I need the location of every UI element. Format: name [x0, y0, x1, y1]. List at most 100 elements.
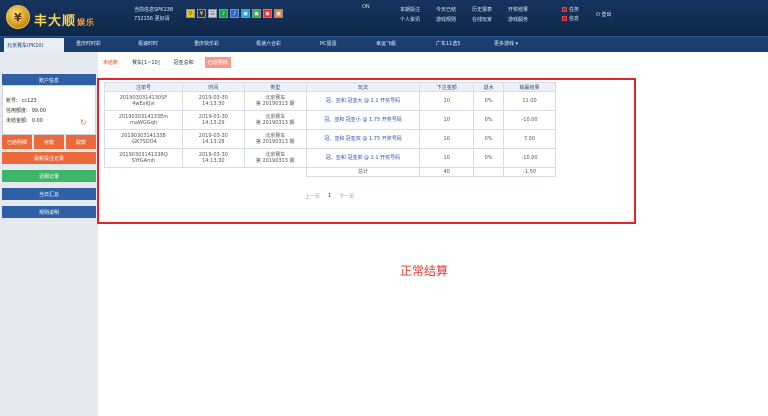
tab-settled[interactable]: 已结明细 — [204, 57, 231, 68]
link-rules[interactable]: 游戏规则 — [436, 16, 472, 23]
link-online[interactable]: 在线玩家 — [472, 16, 508, 23]
col-order-id: 注单号 — [104, 82, 183, 92]
tab-sum[interactable]: 冠亚总和 — [171, 57, 197, 68]
header-links: 本期投注 今天已结 历史报表 开奖结果 个人资讯 游戏规则 在线玩家 游戏服务 — [400, 6, 544, 23]
total-result: -1.50 — [503, 167, 556, 177]
pagination: 上一页 1 下一页 — [305, 193, 354, 200]
deposit-button[interactable]: 存款 — [34, 135, 64, 149]
account-actions: 已结明细 存款 取款 — [2, 135, 96, 149]
col-type: 类型 — [243, 82, 307, 92]
rules-button[interactable]: 规则说明 — [2, 206, 96, 218]
balance-value: 0.00 — [31, 118, 43, 124]
account-panel-title: 账户信息 — [2, 74, 96, 85]
bet-amount: 10 — [419, 148, 475, 168]
user-info-line2: 732156 更好请 — [134, 16, 170, 22]
total-label: 总计 — [305, 167, 421, 177]
col-time: 时间 — [181, 82, 245, 92]
task-icon — [562, 7, 567, 12]
tab-game-5[interactable]: PC蛋蛋 — [320, 40, 337, 47]
right-links: 任务 信息 — [562, 6, 579, 24]
table-row: 2019030314130SF 4wExKJvl 2019-03-30 14:13:… — [104, 91, 556, 111]
refresh-icon[interactable]: ↻ — [80, 118, 87, 127]
message-icon — [562, 16, 567, 21]
brand-suffix: 娱乐 — [77, 18, 96, 27]
latest-bets-button[interactable]: 最新投注记录 — [2, 152, 96, 164]
grid-icon[interactable]: ☷ — [208, 9, 217, 18]
credit-value: 99.00 — [31, 108, 47, 114]
music-blue-icon[interactable]: ♪ — [230, 9, 239, 18]
tab-race[interactable]: 赛车[1~10] — [129, 57, 163, 68]
quick-icons: V ¥ ☷ ♪ ♪ ▣ ▣ ▣ ▣ — [186, 9, 283, 18]
tab-game-7[interactable]: 广东11选5 — [436, 40, 461, 47]
tab-game-3[interactable]: 重庆快乐彩 — [194, 40, 219, 47]
account-row: 账号: cc123 — [6, 98, 37, 104]
bet-rebate: 0% — [473, 110, 505, 130]
tab-game-1[interactable]: 重庆时时彩 — [76, 40, 101, 47]
bet-amount: 10 — [419, 110, 475, 130]
game-nav: 北京赛车(PK10) 重庆时时彩 极速时时 重庆快乐彩 极速六合彩 PC蛋蛋 幸… — [0, 36, 768, 52]
bet-play[interactable]: 冠、亚和 冠亚大 @ 2.1 开奖号码 — [305, 91, 421, 111]
tab-game-6[interactable]: 幸运飞艇 — [376, 40, 396, 47]
user-info-line1: 当前信息SPK138 — [134, 7, 174, 13]
link-results[interactable]: 开奖结果 — [508, 6, 544, 13]
bet-rebate: 0% — [473, 91, 505, 111]
red-icon[interactable]: ▣ — [263, 9, 272, 18]
sidebar: 账户信息 账号: cc123 信用额度: 99.00 未结金额: 0.00 ↻ 已结明… — [0, 52, 98, 416]
status-indicator: ON — [362, 4, 370, 10]
bet-rebate: 0% — [473, 148, 505, 168]
tab-unsettled[interactable]: 未结账 — [100, 57, 121, 68]
credit-row: 信用额度: 99.00 — [6, 108, 47, 114]
link-profile[interactable]: 个人资讯 — [400, 16, 436, 23]
bet-result: 7.50 — [503, 129, 556, 149]
tab-game-4[interactable]: 极速六合彩 — [256, 40, 281, 47]
daily-summary-button[interactable]: 当日汇总 — [2, 188, 96, 200]
balance-row: 未结金额: 0.00 — [6, 118, 43, 124]
next-page-button[interactable]: 下一页 — [339, 193, 354, 200]
bet-play[interactable]: 冠、亚和 冠亚单 @ 2.1 开奖号码 — [305, 148, 421, 168]
link-service[interactable]: 游戏服务 — [508, 16, 544, 23]
logout-button[interactable]: ⏻ 登出 — [596, 11, 612, 18]
col-amount: 下注金额 — [419, 82, 475, 92]
bet-result: -10.00 — [503, 148, 556, 168]
settled-bets-panel: 注单号 时间 类型 玩法 下注金额 退水 输赢结果 2019030314130S… — [97, 78, 636, 224]
brand-logo[interactable]: ¥ 丰大顺娱乐 — [6, 5, 101, 31]
coin-logo-icon: ¥ — [6, 5, 30, 29]
tab-more-games[interactable]: 更多游戏 ▾ — [494, 40, 518, 47]
recent-records-button[interactable]: 近期记录 — [2, 170, 96, 182]
settled-details-button[interactable]: 已结明细 — [2, 135, 32, 149]
col-rebate: 退水 — [473, 82, 505, 92]
tab-pk10[interactable]: 北京赛车(PK10) — [4, 38, 64, 52]
current-page[interactable]: 1 — [328, 193, 331, 200]
link-settled-today[interactable]: 今天已结 — [436, 6, 472, 13]
user-info: 当前信息SPK138 732156 更好请 — [134, 6, 173, 24]
tab-game-2[interactable]: 极速时时 — [138, 40, 158, 47]
withdraw-button[interactable]: 取款 — [66, 135, 96, 149]
vip-icon[interactable]: V — [186, 9, 195, 18]
bets-table: 注单号 时间 类型 玩法 下注金额 退水 输赢结果 2019030314130S… — [104, 82, 556, 177]
sub-tabs: 未结账 赛车[1~10] 冠亚总和 已结明细 — [100, 57, 231, 68]
prev-page-button[interactable]: 上一页 — [305, 193, 320, 200]
bet-amount: 10 — [419, 129, 475, 149]
bet-result: 11.00 — [503, 91, 556, 111]
music-icon[interactable]: ♪ — [219, 9, 228, 18]
total-row: 总计 40 -1.50 — [105, 167, 556, 177]
screen-icon[interactable]: ▣ — [241, 9, 250, 18]
orange-icon[interactable]: ▣ — [274, 9, 283, 18]
table-row: 2019030314133B -GK7SDO4 2019-03-30 14:13:2… — [104, 129, 556, 149]
col-play: 玩法 — [305, 82, 421, 92]
table-row: 2019030314133Em maWGGqh 2019-03-30 14:13:2… — [104, 110, 556, 130]
table-header-row: 注单号 时间 类型 玩法 下注金额 退水 输赢结果 — [104, 82, 556, 92]
message-link[interactable]: 信息 — [562, 15, 579, 24]
top-header: ¥ 丰大顺娱乐 当前信息SPK138 732156 更好请 V ¥ ☷ ♪ ♪ … — [0, 0, 768, 36]
bet-play[interactable]: 冠、亚和 冠亚双 @ 1.75 开奖号码 — [305, 129, 421, 149]
link-history[interactable]: 历史报表 — [472, 6, 508, 13]
task-link[interactable]: 任务 — [562, 6, 579, 15]
settlement-notice: 正常结算 — [400, 264, 449, 278]
bet-rebate: 0% — [473, 129, 505, 149]
brand-name: 丰大顺 — [34, 14, 77, 29]
bet-play[interactable]: 冠、亚和 冠亚小 @ 1.75 开奖号码 — [305, 110, 421, 130]
link-current-bets[interactable]: 本期投注 — [400, 6, 436, 13]
table-row: 2019030314133RQ SYfGAmh 2019-03-30 14:13:3… — [104, 148, 556, 168]
game-icon[interactable]: ▣ — [252, 9, 261, 18]
money-icon[interactable]: ¥ — [197, 9, 206, 18]
